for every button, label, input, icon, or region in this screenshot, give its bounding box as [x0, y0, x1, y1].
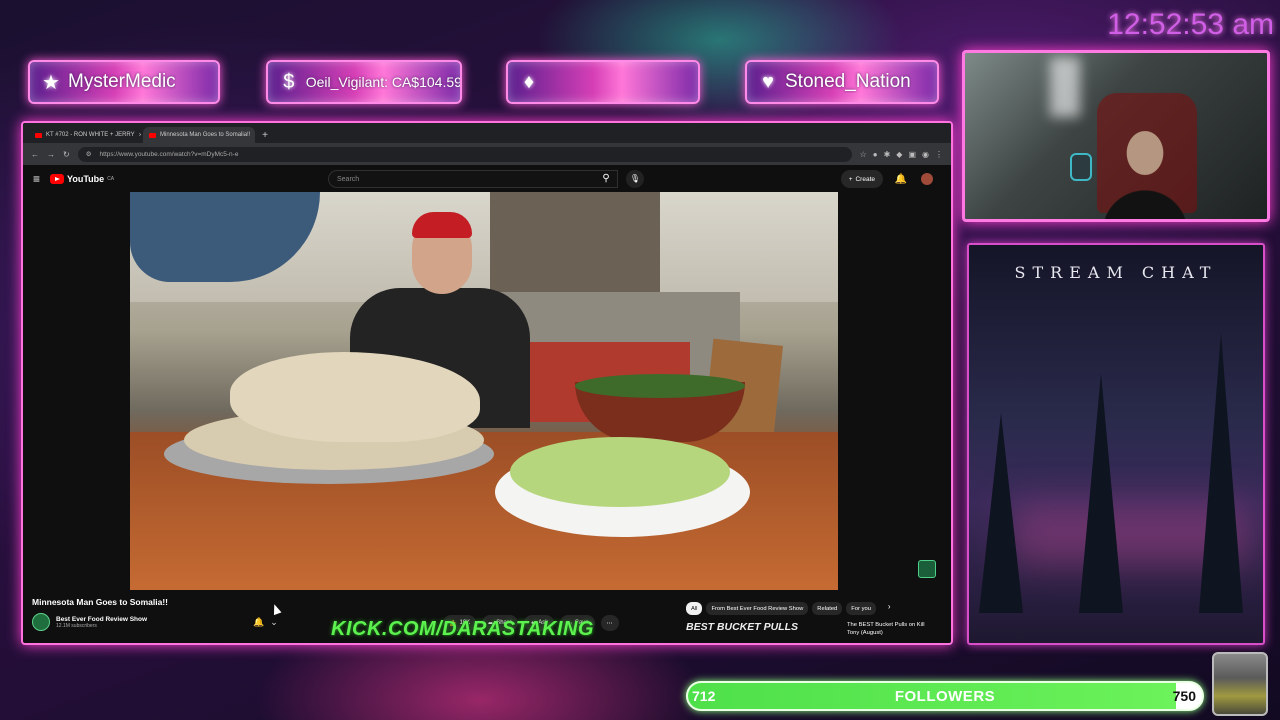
donor-box-4: ♥ Stoned_Nation — [745, 60, 939, 104]
region-code: CA — [107, 176, 115, 182]
notifications-bell-icon[interactable]: 🔔 — [895, 174, 907, 185]
tab-label: Minnesota Man Goes to Somalia!! — [160, 132, 251, 138]
microphone — [1070, 153, 1092, 181]
extension-icon[interactable]: ✱ — [884, 150, 891, 159]
chevron-down-icon[interactable]: ⌄ — [270, 617, 278, 628]
extension-icon[interactable]: ● — [873, 150, 878, 159]
channel-avatar[interactable] — [32, 613, 50, 631]
streamer — [1105, 113, 1185, 219]
related-title-line: The BEST Bucket Pulls on Kill — [847, 622, 925, 628]
browser-menu-icon[interactable]: ⋮ — [935, 150, 943, 159]
youtube-play-icon — [50, 174, 65, 184]
donor-box-1: ★ MysterMedic — [28, 60, 220, 104]
video-scene-bandana — [412, 212, 472, 238]
browser-tab-active[interactable]: Minnesota Man Goes to Somalia!! × — [143, 127, 255, 143]
extensions-area: ☆ ● ✱ ◆ ▣ ◉ ⋮ — [860, 150, 943, 159]
video-title: Minnesota Man Goes to Somalia!! — [32, 597, 169, 607]
followers-goal-bar: 712 FOLLOWERS 750 — [686, 681, 1204, 711]
dollar-icon: $ — [283, 70, 295, 93]
donor-name: MysterMedic — [68, 71, 176, 92]
plus-icon: + — [848, 175, 853, 183]
chip-related[interactable]: Related — [812, 602, 843, 615]
profile-icon[interactable]: ◉ — [922, 150, 929, 159]
stream-chat-panel: STREAM CHAT — [967, 243, 1265, 645]
tab-bar: KT #702 - RON WHITE + JERRY × Minnesota … — [23, 123, 951, 143]
video-player[interactable] — [130, 192, 838, 590]
followers-goal: 750 — [1172, 688, 1196, 704]
related-video-item[interactable]: BEST BUCKET PULLS The BEST Bucket Pulls … — [686, 621, 946, 639]
tree-silhouette — [979, 413, 1023, 613]
channel-name[interactable]: Best Ever Food Review Show — [56, 616, 147, 623]
url-field[interactable]: ⚙ https://www.youtube.com/watch?v=mDyMc5… — [77, 146, 852, 162]
webcam-feed — [962, 50, 1270, 222]
youtube-favicon-icon — [149, 132, 156, 138]
voice-search-icon[interactable]: 🎙 — [626, 170, 644, 188]
search-icon[interactable]: ⚲ — [595, 170, 617, 188]
kick-url-overlay: KICK.COM/DARASTAKING — [331, 618, 594, 640]
create-label: Create — [855, 175, 875, 183]
forward-icon[interactable]: → — [47, 150, 55, 159]
star-icon: ★ — [42, 71, 60, 94]
extension-icon[interactable]: ▣ — [908, 150, 916, 159]
reload-icon[interactable]: ↻ — [63, 150, 70, 159]
followers-label: FOLLOWERS — [894, 688, 996, 705]
search-input[interactable]: Search — [328, 170, 618, 188]
browser-tab[interactable]: KT #702 - RON WHITE + JERRY × — [29, 127, 141, 143]
account-avatar[interactable] — [921, 173, 933, 185]
channel-watermark-icon[interactable] — [918, 560, 936, 578]
recommendation-chips: All From Best Ever Food Review Show Rela… — [686, 602, 891, 615]
hamburger-menu-icon[interactable]: ≡ — [33, 172, 40, 186]
video-scene-salad — [510, 437, 730, 507]
new-tab-button[interactable]: + — [257, 130, 273, 141]
back-icon[interactable]: ← — [31, 150, 39, 159]
subscriber-count: 12.1M subscribers — [56, 622, 97, 629]
tab-label: KT #702 - RON WHITE + JERRY — [46, 132, 135, 138]
extension-icon[interactable]: ◆ — [896, 150, 902, 159]
subscribe-bell-icon[interactable]: 🔔 — [253, 617, 264, 628]
donor-box-2: $ Oeil_Vigilant: CA$104.59 — [266, 60, 462, 104]
address-bar-row: ← → ↻ ⚙ https://www.youtube.com/watch?v=… — [23, 143, 951, 165]
stream-clock: 12:52:53 am — [1107, 8, 1274, 41]
chevron-right-icon[interactable]: › — [888, 602, 891, 615]
youtube-wordmark: YouTube — [67, 174, 105, 184]
tree-silhouette — [1079, 373, 1123, 613]
tree-silhouette — [1199, 333, 1243, 613]
bookmark-star-icon[interactable]: ☆ — [860, 150, 867, 159]
donor-name: Oeil_Vigilant: CA$104.59 — [305, 74, 460, 90]
chip-from-channel[interactable]: From Best Ever Food Review Show — [706, 602, 809, 615]
donor-box-3: ♦ — [506, 60, 700, 104]
url-text: https://www.youtube.com/watch?v=mDyMc5-n… — [99, 150, 239, 158]
youtube-logo[interactable]: YouTube CA — [50, 174, 114, 184]
video-scene-greens — [575, 374, 745, 398]
donor-name: Stoned_Nation — [785, 71, 911, 92]
youtube-header: ≡ YouTube CA Search ⚲ 🎙 + Create 🔔 — [23, 165, 951, 193]
gem-icon: ♦ — [523, 70, 535, 93]
close-icon[interactable]: × — [254, 132, 255, 139]
youtube-favicon-icon — [35, 132, 42, 138]
tip-jar-icon — [1212, 652, 1268, 716]
channel-row: Best Ever Food Review Show 12.1M subscri… — [32, 613, 278, 631]
chip-for-you[interactable]: For you — [846, 602, 876, 615]
webcam-light — [1050, 57, 1080, 117]
related-title: The BEST Bucket Pulls on Kill Tony (Augu… — [847, 621, 925, 639]
site-info-icon[interactable]: ⚙ — [86, 150, 92, 158]
related-title-line: Tony (August) — [847, 630, 883, 636]
chip-all[interactable]: All — [686, 602, 703, 615]
create-button[interactable]: + Create — [840, 170, 883, 188]
heart-icon: ♥ — [762, 70, 774, 93]
related-thumbnail-text: BEST BUCKET PULLS — [686, 621, 799, 633]
stream-chat-title: STREAM CHAT — [1014, 263, 1218, 282]
browser-window: KT #702 - RON WHITE + JERRY × Minnesota … — [21, 121, 953, 645]
close-icon[interactable]: × — [139, 132, 141, 139]
more-actions-button[interactable]: ⋯ — [600, 615, 619, 631]
